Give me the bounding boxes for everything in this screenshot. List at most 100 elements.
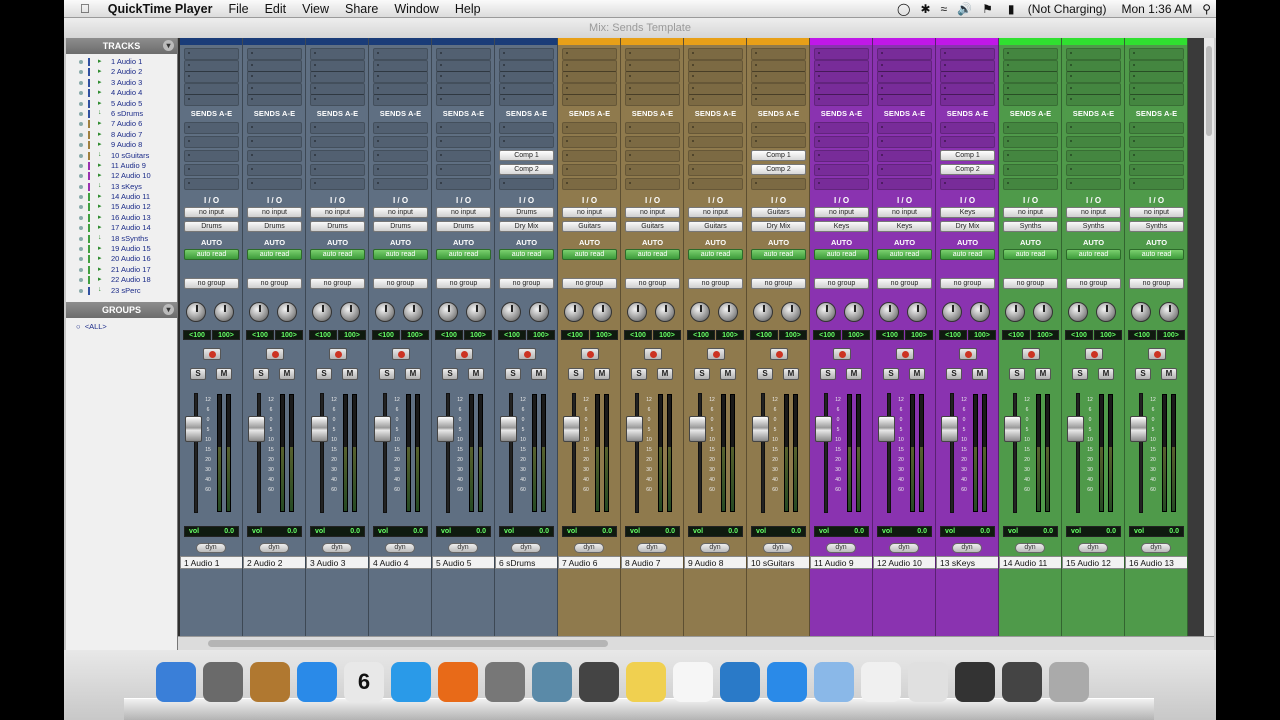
solo-button[interactable]: S xyxy=(1009,368,1025,380)
send-slot[interactable] xyxy=(1129,122,1184,134)
track-visible-dot-icon[interactable] xyxy=(79,163,83,168)
insert-slot[interactable] xyxy=(625,59,680,72)
insert-slot[interactable] xyxy=(940,71,995,83)
send-slot[interactable] xyxy=(877,164,932,176)
contacts-icon[interactable] xyxy=(250,662,290,702)
fader-track[interactable] xyxy=(1139,393,1143,513)
pan-right-knob[interactable] xyxy=(844,302,864,322)
group-selector[interactable]: no group xyxy=(1129,278,1184,289)
volume-fader-handle[interactable] xyxy=(878,416,895,442)
insert-slot[interactable] xyxy=(688,48,743,60)
automation-mode-selector[interactable]: auto read xyxy=(1066,249,1121,260)
folder-icon[interactable] xyxy=(814,662,854,702)
output-selector[interactable]: Dry Mix xyxy=(940,221,995,232)
fader-track[interactable] xyxy=(887,393,891,513)
send-slot[interactable] xyxy=(1003,136,1058,148)
send-slot[interactable] xyxy=(184,136,239,148)
comments-area[interactable] xyxy=(999,571,1061,636)
solo-button[interactable]: S xyxy=(694,368,710,380)
send-slot[interactable] xyxy=(436,164,491,176)
solo-button[interactable]: S xyxy=(442,368,458,380)
fader-track[interactable] xyxy=(509,393,513,513)
group-selector[interactable]: no group xyxy=(310,278,365,289)
automation-mode-selector[interactable]: auto read xyxy=(247,249,302,260)
insert-slot[interactable] xyxy=(814,82,869,95)
insert-slot[interactable] xyxy=(562,71,617,83)
insert-slot[interactable] xyxy=(436,94,491,106)
insert-slot[interactable] xyxy=(562,48,617,60)
insert-slot[interactable] xyxy=(436,59,491,72)
send-slot[interactable] xyxy=(625,178,680,190)
send-slot[interactable] xyxy=(688,150,743,162)
volume-readout[interactable]: vol 0.0 xyxy=(940,526,995,537)
pan-left-knob[interactable] xyxy=(1005,302,1025,322)
comments-area[interactable] xyxy=(432,571,494,636)
group-selector[interactable]: no group xyxy=(436,278,491,289)
send-slot[interactable] xyxy=(310,178,365,190)
volume-readout[interactable]: vol 0.0 xyxy=(373,526,428,537)
pan-left-knob[interactable] xyxy=(312,302,332,322)
automation-mode-selector[interactable]: auto read xyxy=(688,249,743,260)
pan-right-knob[interactable] xyxy=(340,302,360,322)
send-slot[interactable] xyxy=(562,164,617,176)
send-slot[interactable] xyxy=(688,164,743,176)
send-slot[interactable] xyxy=(247,122,302,134)
output-selector[interactable]: Synths xyxy=(1129,221,1184,232)
insert-slot[interactable] xyxy=(1003,94,1058,106)
automation-mode-selector[interactable]: auto read xyxy=(499,249,554,260)
track-name[interactable]: 5 Audio 5 xyxy=(432,556,494,569)
insert-slot[interactable] xyxy=(688,71,743,83)
input-selector[interactable]: no input xyxy=(1129,207,1184,218)
pan-left-knob[interactable] xyxy=(438,302,458,322)
record-enable-button[interactable] xyxy=(203,348,221,360)
track-visible-dot-icon[interactable] xyxy=(79,143,83,148)
send-slot[interactable] xyxy=(499,136,554,148)
send-slot[interactable] xyxy=(625,136,680,148)
solo-button[interactable]: S xyxy=(883,368,899,380)
automation-mode-selector[interactable]: auto read xyxy=(562,249,617,260)
automation-mode-selector[interactable]: auto read xyxy=(751,249,806,260)
send-slot[interactable] xyxy=(247,150,302,162)
insert-slot[interactable] xyxy=(625,82,680,95)
menu-help[interactable]: Help xyxy=(447,2,489,16)
horizontal-scrollbar[interactable] xyxy=(178,636,1214,650)
input-selector[interactable]: no input xyxy=(436,207,491,218)
send-slot[interactable] xyxy=(1003,178,1058,190)
insert-slot[interactable] xyxy=(436,82,491,95)
track-name[interactable]: 10 sGuitars xyxy=(747,556,809,569)
dyn-button[interactable]: dyn xyxy=(889,543,919,553)
pan-right-knob[interactable] xyxy=(1159,302,1179,322)
insert-slot[interactable] xyxy=(310,94,365,106)
pan-left-knob[interactable] xyxy=(186,302,206,322)
fader-track[interactable] xyxy=(635,393,639,513)
send-slot[interactable] xyxy=(1129,150,1184,162)
flag-icon[interactable]: ⚑ xyxy=(977,2,998,16)
track-name[interactable]: 16 Audio 13 xyxy=(1125,556,1187,569)
volume-fader-handle[interactable] xyxy=(311,416,328,442)
volume-readout[interactable]: vol 0.0 xyxy=(1129,526,1184,537)
fader-track[interactable] xyxy=(383,393,387,513)
pan-left-knob[interactable] xyxy=(816,302,836,322)
record-enable-button[interactable] xyxy=(266,348,284,360)
insert-slot[interactable] xyxy=(1003,71,1058,83)
volume-fader-handle[interactable] xyxy=(1130,416,1147,442)
insert-slot[interactable] xyxy=(1129,48,1184,60)
track-list-item[interactable]: ▸ 8 Audio 7 xyxy=(66,130,177,140)
groups-menu-button[interactable]: ▾ xyxy=(163,304,174,315)
horizontal-scroll-thumb[interactable] xyxy=(208,640,608,647)
dyn-button[interactable]: dyn xyxy=(196,543,226,553)
apple-menu-icon[interactable]:  xyxy=(64,1,100,16)
pan-left-knob[interactable] xyxy=(942,302,962,322)
pan-left-knob[interactable] xyxy=(627,302,647,322)
insert-slot[interactable] xyxy=(499,94,554,106)
input-selector[interactable]: no input xyxy=(184,207,239,218)
fader-track[interactable] xyxy=(257,393,261,513)
track-list-item[interactable]: ▸ 9 Audio 8 xyxy=(66,140,177,150)
fader-track[interactable] xyxy=(950,393,954,513)
mute-button[interactable]: M xyxy=(468,368,484,380)
comments-area[interactable] xyxy=(621,571,683,636)
group-selector[interactable]: no group xyxy=(184,278,239,289)
mute-button[interactable]: M xyxy=(1098,368,1114,380)
mute-button[interactable]: M xyxy=(1035,368,1051,380)
group-selector[interactable]: no group xyxy=(247,278,302,289)
